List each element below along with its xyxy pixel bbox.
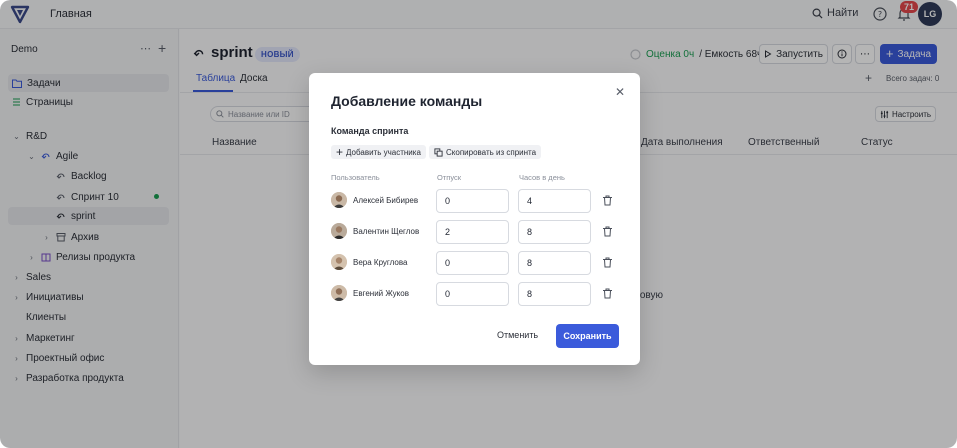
member-name: Вера Круглова: [353, 258, 408, 267]
trash-icon[interactable]: [602, 195, 613, 206]
column-header-user: Пользователь: [331, 173, 380, 182]
column-header-hours: Часов в день: [519, 173, 565, 182]
member-name: Евгений Жуков: [353, 289, 409, 298]
dialog-title: Добавление команды: [331, 93, 483, 109]
trash-icon[interactable]: [602, 226, 613, 237]
avatar: [331, 285, 347, 301]
member-name: Алексей Бибирев: [353, 196, 419, 205]
trash-icon[interactable]: [602, 288, 613, 299]
add-team-dialog: Добавление команды ✕ Команда спринта + Д…: [309, 73, 640, 365]
plus-icon: +: [336, 145, 344, 159]
vacation-input[interactable]: 0: [436, 282, 509, 306]
hours-input[interactable]: 8: [518, 282, 591, 306]
vacation-input[interactable]: 0: [436, 251, 509, 275]
close-icon[interactable]: ✕: [615, 85, 625, 99]
vacation-input[interactable]: 0: [436, 189, 509, 213]
hours-input[interactable]: 8: [518, 220, 591, 244]
avatar: [331, 254, 347, 270]
add-member-button[interactable]: + Добавить участника: [331, 145, 426, 159]
column-header-vacation: Отпуск: [437, 173, 462, 182]
save-button[interactable]: Сохранить: [556, 324, 619, 348]
cancel-button[interactable]: Отменить: [497, 330, 538, 340]
add-member-label: Добавить участника: [346, 147, 421, 157]
avatar: [331, 192, 347, 208]
copy-from-sprint-button[interactable]: Скопировать из спринта: [429, 145, 542, 159]
copy-label: Скопировать из спринта: [446, 147, 537, 157]
member-name: Валентин Щеглов: [353, 227, 420, 236]
copy-icon: [434, 147, 443, 157]
app-window: Главная Найти ? 71 LG Demo ⋯ + Задачи Ст…: [0, 0, 957, 448]
section-title: Команда спринта: [331, 126, 409, 136]
hours-input[interactable]: 8: [518, 251, 591, 275]
vacation-input[interactable]: 2: [436, 220, 509, 244]
avatar: [331, 223, 347, 239]
trash-icon[interactable]: [602, 257, 613, 268]
hours-input[interactable]: 4: [518, 189, 591, 213]
